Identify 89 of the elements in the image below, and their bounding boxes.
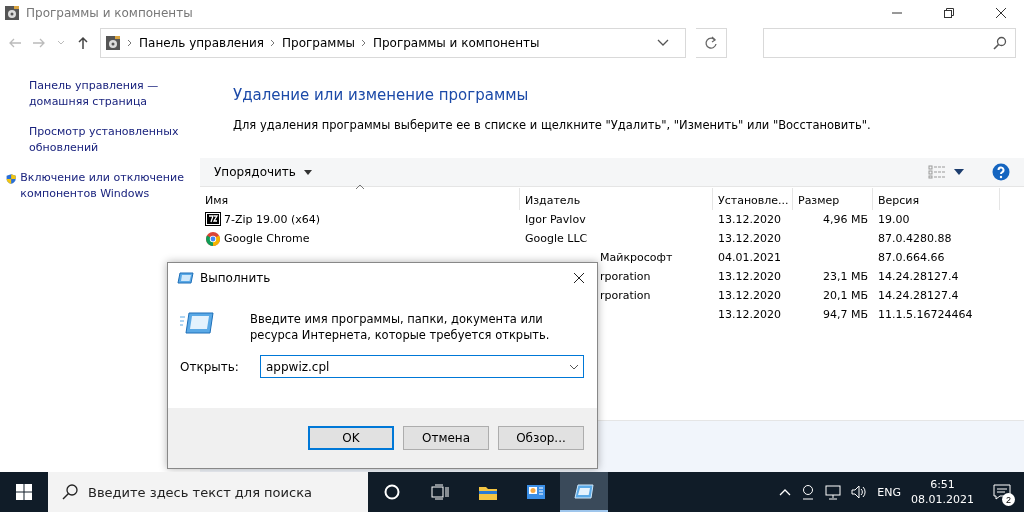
search-icon [993,36,1007,50]
version-text: 87.0.664.66 [878,251,945,264]
run-icon [176,271,194,285]
chevron-up-icon[interactable] [779,488,792,496]
dropdown-icon [303,169,312,175]
publisher-text: rporation [600,289,651,302]
close-icon [995,7,1007,19]
up-icon [76,36,90,50]
size-text: 94,7 МБ [822,308,868,321]
clock-date[interactable]: 08.01.2021 [911,492,974,507]
dialog-title: Выполнить [200,271,271,285]
volume-icon[interactable] [851,484,868,500]
date-text: 13.12.2020 [718,308,781,321]
column-header[interactable]: Установле... [713,188,793,210]
forward-icon [32,36,46,50]
version-text: 14.24.28127.4 [878,289,959,302]
size-text: 20,1 МБ [822,289,868,302]
breadcrumb[interactable]: Программы [282,36,355,50]
chevron-icon [127,39,133,47]
sidebar-link[interactable]: Включение или отключение компонентов Windows [20,170,200,202]
column-header[interactable]: Версия [873,188,1000,210]
notification-count: 2 [1002,493,1015,506]
clock-time[interactable]: 6:51 [930,477,955,492]
refresh-button[interactable] [696,28,727,58]
up-button[interactable] [76,36,90,50]
network-icon[interactable] [825,484,842,500]
chevron-icon [270,39,277,47]
dropdown-icon[interactable] [954,169,964,175]
column-header[interactable]: Издатель [520,188,713,210]
version-text: 11.1.5.16724464 [878,308,973,321]
address-bar[interactable]: Панель управления Программы Программы и компоненты [100,28,686,58]
window-title: Программы и компоненты [26,6,193,20]
version-text: 87.0.4280.88 [878,232,952,245]
windows-icon [16,484,32,500]
notifications-button[interactable]: 2 [984,472,1020,512]
version-text: 14.24.28127.4 [878,270,959,283]
date-text: 13.12.2020 [718,270,781,283]
column-header[interactable]: Размер [793,188,873,210]
dropdown-icon [569,363,579,370]
breadcrumb[interactable]: Панель управления [139,36,265,50]
task-view-icon [431,484,449,500]
chevron-icon [360,39,367,47]
control-panel-icon [4,5,20,21]
sidebar-link[interactable]: Просмотр установленных обновлений [6,124,200,156]
dropdown-icon [657,39,669,47]
circle-icon [384,484,400,500]
language-indicator[interactable]: ENG [877,485,901,499]
date-text: 13.12.2020 [718,213,781,226]
back-icon [8,36,22,50]
run-icon [180,311,214,335]
organize-button[interactable]: Упорядочить [214,165,312,179]
refresh-icon [703,36,718,50]
size-text: 4,96 МБ [822,213,868,226]
control-panel-icon [526,483,546,501]
taskbar-search-field[interactable]: Введите здесь текст для поиска [48,472,368,512]
page-heading: Удаление или изменение программы [233,86,530,104]
dialog-button[interactable]: Обзор... [498,426,584,450]
command-field[interactable]: appwiz.cpl [260,355,584,378]
sidebar-link[interactable]: Панель управления — домашняя страница [6,78,200,110]
field-label: Открыть: [180,359,240,374]
size-text: 23,1 МБ [822,270,868,283]
version-text: 19.00 [878,213,910,226]
control-panel-icon [105,35,121,51]
run-icon [574,482,594,500]
breadcrumb[interactable]: Программы и компоненты [372,36,540,50]
search-field[interactable] [762,28,1016,58]
publisher-text: Google LLC [525,232,588,245]
dialog-button[interactable]: Отмена [403,426,489,450]
date-text: 13.12.2020 [718,232,781,245]
search-icon [62,484,78,500]
program-name[interactable]: 7-Zip 19.00 (x64) [224,213,321,226]
date-text: 13.12.2020 [718,289,781,302]
camera-icon[interactable] [801,484,816,500]
publisher-text: rporation [600,270,651,283]
help-icon[interactable] [992,163,1010,181]
sort-ascending-icon [355,184,364,189]
browser-app-icon [205,230,221,247]
publisher-text: Майкрософт [600,251,673,264]
dialog-button[interactable]: OK [308,426,394,450]
publisher-text: Igor Pavlov [525,213,586,226]
taskbar-app-button[interactable] [560,472,608,512]
dialog-message: Введите имя программы, папки, документа или ресурса Интернета, которые требуется открыть. [250,311,551,343]
archive-app-icon [205,211,221,228]
instruction-text: Для удаления программы выберите ее в списке и щелкните "Удалить", "Изменить" или "Восстановить". [233,118,872,132]
restore-icon [943,7,955,19]
close-icon [573,272,585,284]
program-name[interactable]: Google Chrome [224,232,310,245]
date-text: 04.01.2021 [718,251,781,264]
column-header[interactable]: Имя [200,188,520,210]
